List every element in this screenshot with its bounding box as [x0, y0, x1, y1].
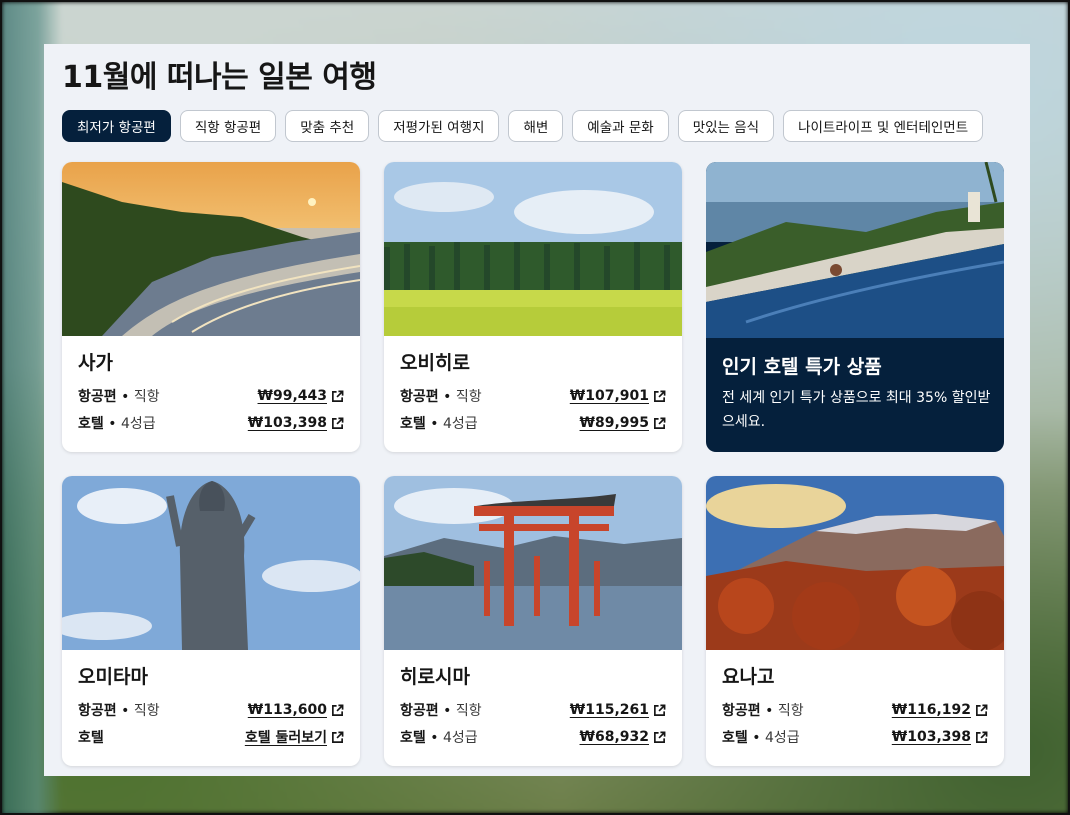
- filter-chip-recommended[interactable]: 맞춤 추천: [285, 110, 370, 142]
- hotel-row: 호텔 • 4성급 ₩103,398: [722, 725, 988, 749]
- destination-photo: [62, 476, 360, 650]
- promo-title: 인기 호텔 특가 상품: [722, 356, 882, 378]
- hotel-label: 호텔: [722, 730, 748, 746]
- flight-type: 직항: [455, 389, 482, 405]
- hotel-label: 호텔: [78, 730, 104, 746]
- hotel-rating: 4성급: [442, 416, 478, 432]
- flight-price-link[interactable]: ₩107,901: [570, 388, 666, 404]
- flight-row: 항공편 • 직항 ₩116,192: [722, 698, 988, 722]
- destination-photo: [384, 162, 682, 336]
- external-link-icon: [654, 731, 666, 743]
- hotel-row: 호텔 • 4성급 ₩89,995: [400, 411, 666, 435]
- destination-name: 사가: [78, 352, 113, 374]
- hotel-price-link[interactable]: ₩103,398: [248, 415, 344, 431]
- flight-type: 직항: [133, 389, 160, 405]
- promo-photo: [706, 162, 1004, 338]
- flight-row: 항공편 • 직항 ₩107,901: [400, 384, 666, 408]
- page-title: 11월에 떠나는 일본 여행: [62, 60, 377, 95]
- hotel-price-link[interactable]: ₩103,398: [892, 729, 988, 745]
- hotel-rating: 4성급: [764, 730, 800, 746]
- destination-card-omitama[interactable]: 오미타마 항공편 • 직항 ₩113,600 호텔 호텔 둘러보기: [62, 476, 360, 766]
- flight-type: 직항: [777, 703, 804, 719]
- external-link-icon: [332, 704, 344, 716]
- hotel-price-link[interactable]: ₩68,932: [580, 729, 666, 745]
- filter-chip-nightlife[interactable]: 나이트라이프 및 엔터테인먼트: [783, 110, 984, 142]
- hotel-label: 호텔: [400, 416, 426, 432]
- hotel-row: 호텔 • 4성급 ₩68,932: [400, 725, 666, 749]
- flight-label: 항공편: [722, 703, 761, 719]
- destination-card-saga[interactable]: 사가 항공편 • 직항 ₩99,443 호텔 • 4성급 ₩103,398: [62, 162, 360, 452]
- flight-price-link[interactable]: ₩116,192: [892, 702, 988, 718]
- flight-type: 직항: [455, 703, 482, 719]
- filter-chips: 최저가 항공편 직항 항공편 맞춤 추천 저평가된 여행지 해변 예술과 문화 …: [62, 110, 984, 142]
- destination-card-obihiro[interactable]: 오비히로 항공편 • 직항 ₩107,901 호텔 • 4성급 ₩89,995: [384, 162, 682, 452]
- promo-description: 전 세계 인기 특가 상품으로 최대 35% 할인받으세요.: [722, 390, 991, 430]
- window-frame: 11월에 떠나는 일본 여행 최저가 항공편 직항 항공편 맞춤 추천 저평가된…: [0, 0, 1070, 815]
- external-link-icon: [976, 731, 988, 743]
- flight-label: 항공편: [400, 703, 439, 719]
- flight-price-link[interactable]: ₩99,443: [258, 388, 344, 404]
- destination-name: 오미타마: [78, 666, 148, 688]
- external-link-icon: [654, 417, 666, 429]
- destination-card-hiroshima[interactable]: 히로시마 항공편 • 직항 ₩115,261 호텔 • 4성급 ₩68,932: [384, 476, 682, 766]
- hotel-row: 호텔 호텔 둘러보기: [78, 725, 344, 749]
- flight-row: 항공편 • 직항 ₩99,443: [78, 384, 344, 408]
- hotel-label: 호텔: [400, 730, 426, 746]
- external-link-icon: [654, 390, 666, 402]
- filter-chip-food[interactable]: 맛있는 음식: [677, 110, 775, 142]
- destination-name: 요나고: [722, 666, 775, 688]
- destination-photo: [706, 476, 1004, 650]
- flight-label: 항공편: [78, 703, 117, 719]
- hotel-rating: 4성급: [120, 416, 156, 432]
- flight-type: 직항: [133, 703, 160, 719]
- filter-chip-art-culture[interactable]: 예술과 문화: [572, 110, 669, 142]
- destination-name: 오비히로: [400, 352, 470, 374]
- destination-photo: [384, 476, 682, 650]
- flight-label: 항공편: [400, 389, 439, 405]
- filter-chip-beach[interactable]: 해변: [508, 110, 564, 142]
- flight-row: 항공편 • 직항 ₩115,261: [400, 698, 666, 722]
- filter-chip-cheapest-flights[interactable]: 최저가 항공편: [62, 110, 171, 142]
- flight-label: 항공편: [78, 389, 117, 405]
- hotel-rating: 4성급: [442, 730, 478, 746]
- filter-chip-direct-flights[interactable]: 직항 항공편: [179, 110, 277, 142]
- hotel-deals-promo-card[interactable]: 인기 호텔 특가 상품 전 세계 인기 특가 상품으로 최대 35% 할인받으세…: [706, 162, 1004, 452]
- hotel-price-link[interactable]: ₩89,995: [580, 415, 666, 431]
- hotel-row: 호텔 • 4성급 ₩103,398: [78, 411, 344, 435]
- destination-photo: [62, 162, 360, 336]
- flight-price-link[interactable]: ₩113,600: [248, 702, 344, 718]
- hotel-label: 호텔: [78, 416, 104, 432]
- destination-name: 히로시마: [400, 666, 470, 688]
- external-link-icon: [332, 390, 344, 402]
- flight-row: 항공편 • 직항 ₩113,600: [78, 698, 344, 722]
- filter-chip-underrated[interactable]: 저평가된 여행지: [378, 110, 500, 142]
- browse-hotels-link[interactable]: 호텔 둘러보기: [245, 727, 344, 747]
- destinations-panel: 11월에 떠나는 일본 여행 최저가 항공편 직항 항공편 맞춤 추천 저평가된…: [44, 44, 1030, 776]
- flight-price-link[interactable]: ₩115,261: [570, 702, 666, 718]
- external-link-icon: [332, 417, 344, 429]
- external-link-icon: [332, 731, 344, 743]
- external-link-icon: [654, 704, 666, 716]
- destination-card-yonago[interactable]: 요나고 항공편 • 직항 ₩116,192 호텔 • 4성급 ₩103,398: [706, 476, 1004, 766]
- external-link-icon: [976, 704, 988, 716]
